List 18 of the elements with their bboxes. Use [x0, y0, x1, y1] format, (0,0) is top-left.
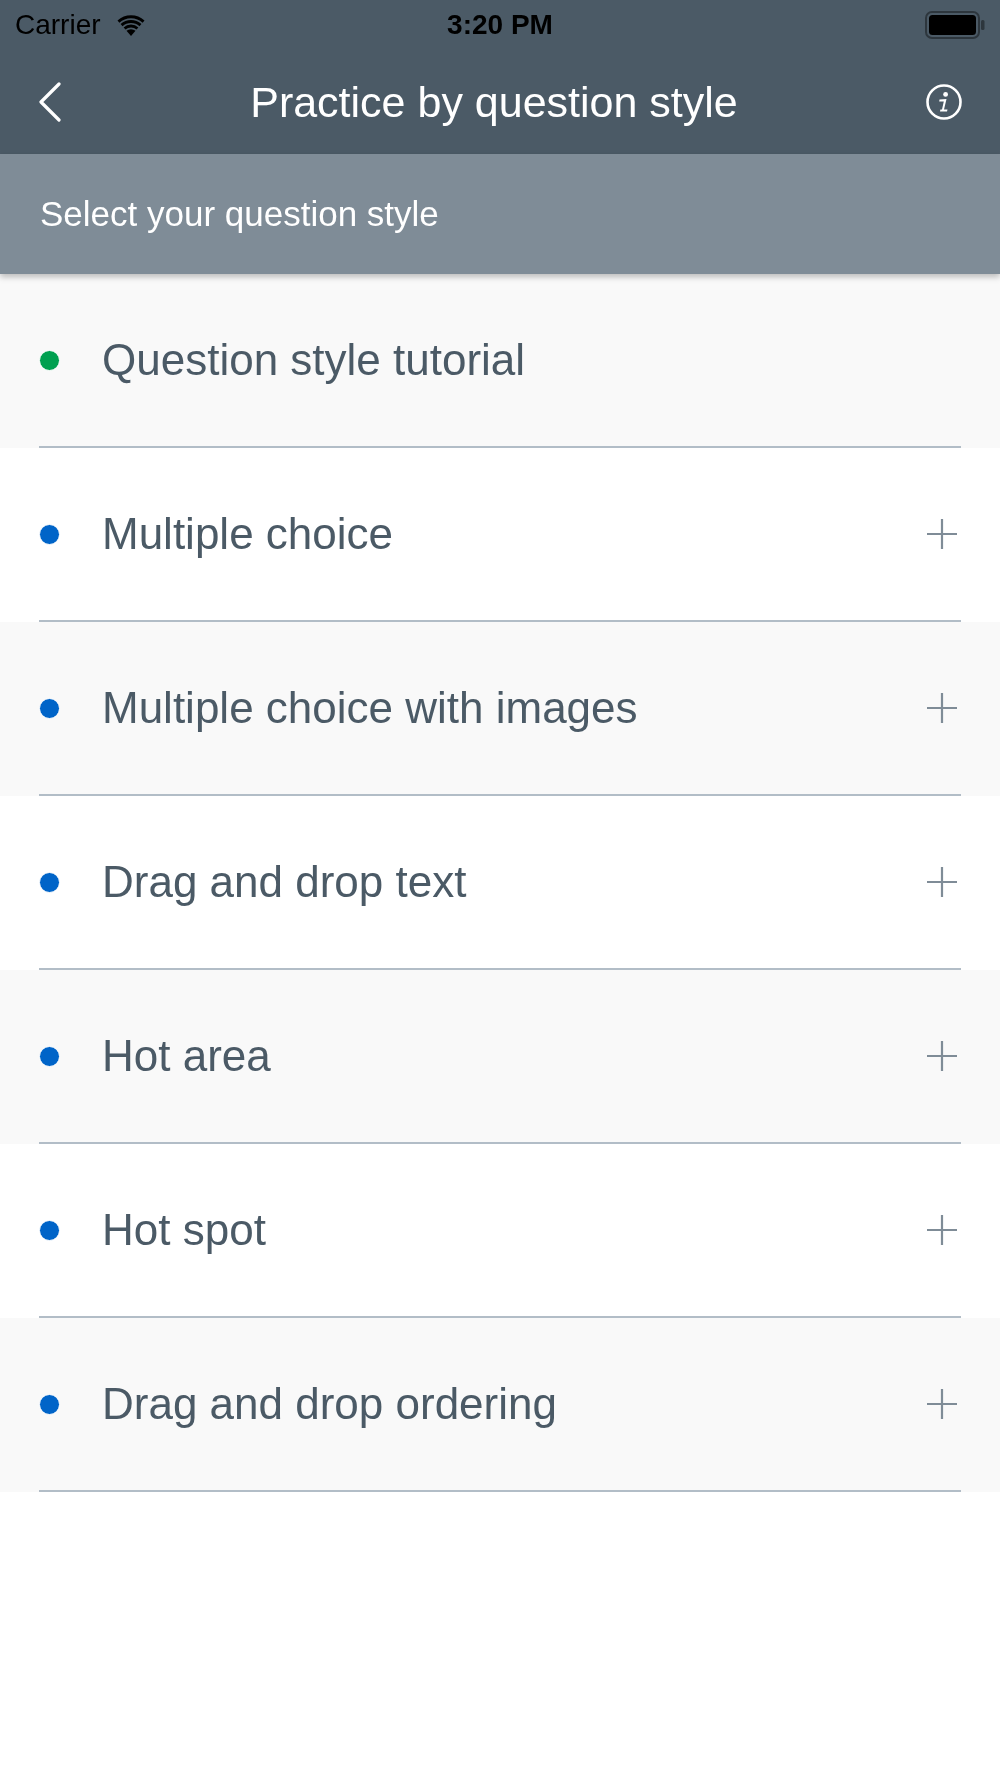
question-style-item[interactable]: Question style tutorial — [0, 274, 1000, 448]
page-title: Practice by question style — [250, 77, 738, 127]
plus-icon[interactable] — [927, 1389, 957, 1419]
subheader-text: Select your question style — [40, 194, 439, 234]
carrier-text: Carrier — [15, 9, 101, 41]
battery-icon — [925, 11, 985, 39]
plus-icon[interactable] — [927, 519, 957, 549]
plus-icon[interactable] — [927, 1215, 957, 1245]
question-style-item[interactable]: Multiple choice with images — [0, 622, 1000, 796]
plus-icon[interactable] — [927, 867, 957, 897]
question-style-item[interactable]: Drag and drop ordering — [0, 1318, 1000, 1492]
clock-time: 3:20 PM — [447, 9, 553, 41]
info-icon[interactable] — [926, 84, 962, 120]
wifi-icon — [114, 13, 147, 37]
plus-icon[interactable] — [927, 693, 957, 723]
plus-icon[interactable] — [927, 1041, 957, 1071]
back-icon[interactable] — [38, 82, 62, 122]
question-style-item[interactable]: Hot area — [0, 970, 1000, 1144]
